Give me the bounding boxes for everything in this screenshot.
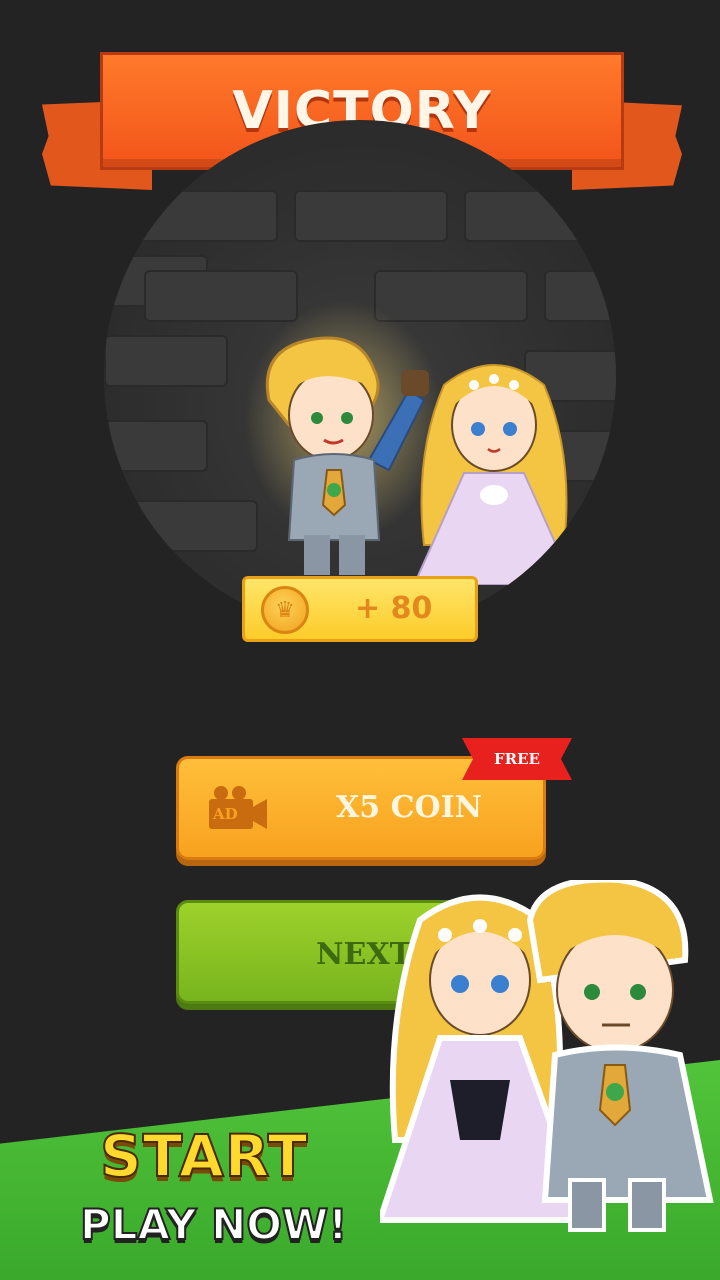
reward-amount: + 80 bbox=[355, 591, 433, 626]
wall-brick bbox=[104, 420, 208, 472]
promo-knight bbox=[526, 880, 714, 1232]
promo-play-now-text: PLAY NOW! bbox=[79, 1199, 348, 1250]
wall-brick bbox=[544, 270, 616, 322]
ad-video-camera-icon: AD bbox=[207, 785, 269, 831]
wall-brick bbox=[104, 335, 228, 387]
coin-reward-panel: ♛ + 80 bbox=[242, 576, 478, 642]
wall-brick bbox=[134, 500, 258, 552]
victory-scene bbox=[104, 120, 616, 632]
ad-label: AD bbox=[213, 805, 238, 823]
wall-brick bbox=[464, 190, 608, 242]
coin-icon: ♛ bbox=[261, 586, 309, 634]
free-badge: FREE bbox=[462, 738, 572, 780]
promo-start-headline: START bbox=[99, 1121, 309, 1191]
promo-characters bbox=[380, 880, 714, 1232]
wall-brick bbox=[134, 190, 278, 242]
free-badge-label: FREE bbox=[494, 750, 540, 768]
princess bbox=[412, 364, 576, 585]
wall-brick bbox=[294, 190, 448, 242]
